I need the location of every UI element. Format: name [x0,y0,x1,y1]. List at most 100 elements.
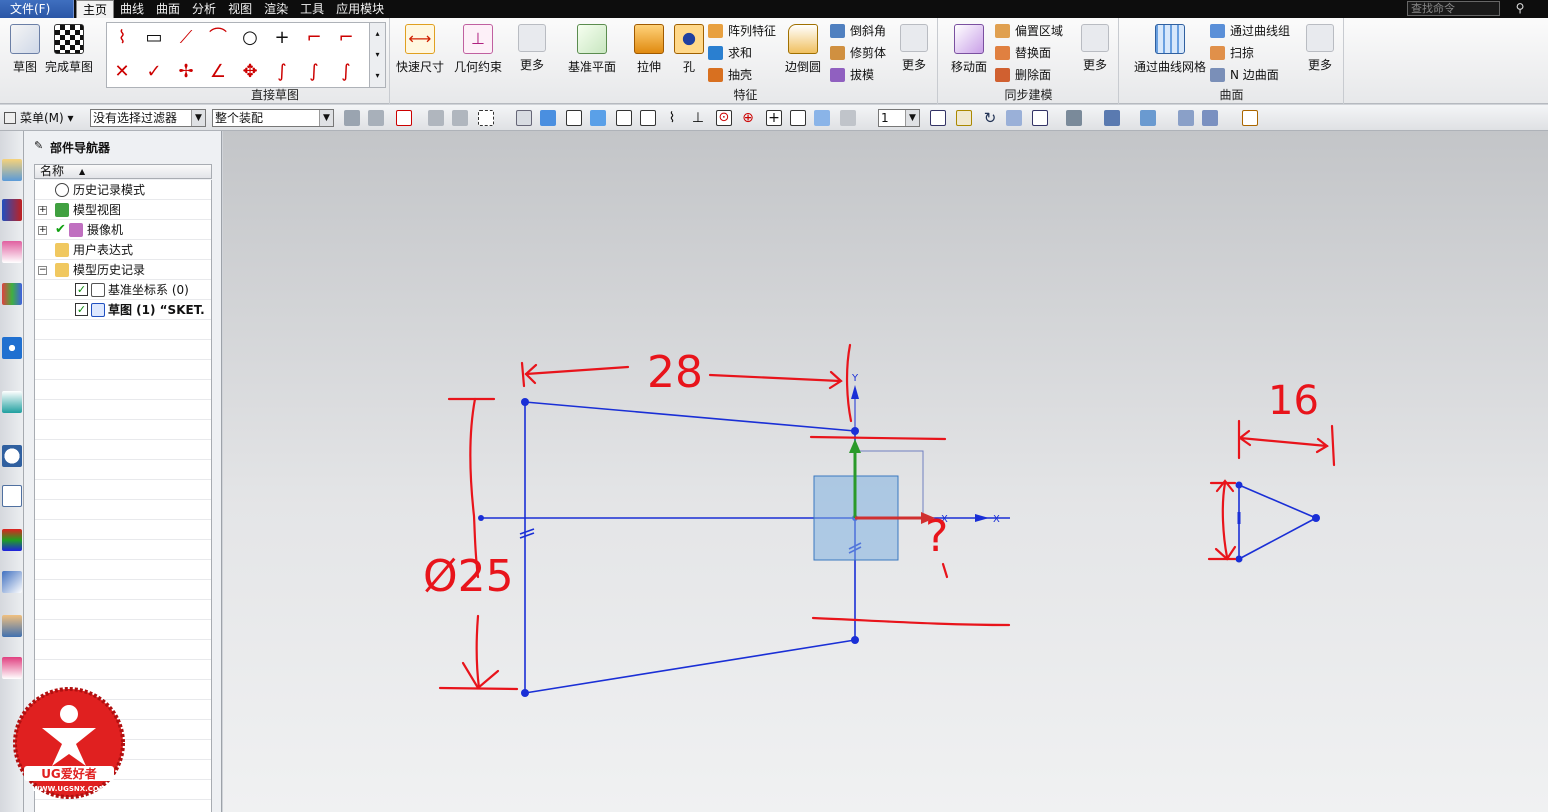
select-icon[interactable] [452,110,468,126]
control-point-icon[interactable]: ⌇ [664,110,680,126]
sketch-point[interactable] [1312,514,1320,522]
tab-analysis[interactable]: 分析 [186,0,222,18]
section-view-icon[interactable] [1178,110,1194,126]
tab-applications[interactable]: 应用模块 [330,0,390,18]
role-icon[interactable] [2,615,22,637]
sketch-point[interactable] [1235,555,1243,563]
make-corner-icon[interactable]: ✢ [171,57,201,87]
layer-select[interactable]: 1 ▼ [878,109,920,127]
pan-icon[interactable] [1006,110,1022,126]
replace-face-button[interactable]: 替换面 [993,43,1051,63]
quick-dimension-button[interactable]: ⟷ 快速尺寸 [394,22,446,86]
view-orientation-icon[interactable] [1032,110,1048,126]
bottom-taper-line[interactable] [524,639,856,694]
search-icon[interactable]: ⚲ [1508,1,1532,16]
bounded-grid-icon[interactable] [840,110,856,126]
line-icon[interactable]: ⟋ [171,23,201,53]
offset-move-curve-icon[interactable]: ∫ [267,57,297,87]
datum-plane-button[interactable]: 基准平面 [564,22,620,86]
shell-button[interactable]: 抽壳 [706,65,752,85]
feature-more-button[interactable]: 更多 [894,22,934,86]
tab-view[interactable]: 视图 [222,0,258,18]
selection-scope-select[interactable]: 整个装配 ▼ [212,109,334,127]
sketch-point[interactable] [851,636,859,644]
resize-curve-icon[interactable]: ∫ [299,57,329,87]
zoom-icon[interactable] [956,110,972,126]
select-icon[interactable] [428,110,444,126]
constraint-navigator-icon[interactable] [2,199,22,221]
graphics-window[interactable]: Y X X 28 16 Ø25 ? [223,131,1548,812]
pin-icon[interactable]: ✎ [34,139,43,152]
tab-tools[interactable]: 工具 [294,0,330,18]
sketch-button[interactable]: 草图 [0,22,50,86]
fit-view-icon[interactable] [930,110,946,126]
draft-button[interactable]: 拔模 [828,65,874,85]
point-on-curve-icon[interactable] [790,110,806,126]
trim-body-button[interactable]: 修剪体 [828,43,886,63]
part-navigator-icon[interactable] [2,241,22,263]
cube-icon[interactable] [516,110,532,126]
chamfer-button[interactable]: 倒斜角 [828,21,886,41]
expand-icon[interactable]: + [38,206,47,215]
arc-icon[interactable]: ⌒ [203,23,233,53]
move-curve-icon[interactable]: ✥ [235,57,265,87]
point-icon[interactable]: + [267,23,297,53]
cube-icon[interactable] [1104,110,1120,126]
collapse-icon[interactable]: − [38,266,47,275]
process-studio-icon[interactable] [2,485,22,507]
tab-curve[interactable]: 曲线 [114,0,150,18]
cone-bottom-edge[interactable] [1238,517,1317,560]
cube-icon[interactable] [540,110,556,126]
tab-render[interactable]: 渲染 [258,0,294,18]
measure-icon[interactable] [1242,110,1258,126]
cone-top-edge[interactable] [1238,484,1317,519]
sketch-point[interactable] [478,515,484,521]
sketch-more-button[interactable]: 更多 [512,22,552,86]
arc-center-icon[interactable]: ⊙ [716,110,732,126]
datum-csys[interactable]: Y X X [813,373,1000,561]
fillet-icon[interactable]: ⌐ [299,23,329,53]
palette-scroll[interactable]: ▴ ▾ ▾ [369,23,385,87]
filter-icon[interactable] [344,110,360,126]
visibility-checkbox[interactable]: ✓ [75,303,88,316]
edge-blend-button[interactable]: 边倒圆 [780,22,826,86]
clip-icon[interactable] [1202,110,1218,126]
snap-point-icon[interactable] [396,110,412,126]
n-sided-surface-button[interactable]: N 边曲面 [1208,65,1279,85]
visualization-icon[interactable] [2,529,22,551]
existing-point-icon[interactable]: + [766,110,782,126]
geometric-constraints-button[interactable]: ⊥ 几何约束 [452,22,504,86]
finish-sketch-button[interactable]: 完成草图 [44,22,94,86]
analysis-icon[interactable] [2,571,22,593]
snap-icon[interactable] [566,110,582,126]
name-column-header[interactable]: 名称 ▲ [34,164,212,179]
chamfer-icon[interactable]: ⌐ [331,23,361,53]
sketch-point[interactable] [521,689,529,697]
intersection-icon[interactable]: ⊥ [690,110,706,126]
tab-surface[interactable]: 曲面 [150,0,186,18]
offset-region-button[interactable]: 偏置区域 [993,21,1063,41]
sync-more-button[interactable]: 更多 [1075,22,1115,86]
move-face-button[interactable]: 移动面 [945,22,993,86]
surface-more-button[interactable]: 更多 [1300,22,1340,86]
tab-home[interactable]: 主页 [76,0,115,18]
delete-curve-icon[interactable]: ∫ [331,57,361,87]
quick-trim-icon[interactable]: ✕ [107,57,137,87]
sketch-point[interactable] [1235,481,1243,489]
endpoint-icon[interactable] [616,110,632,126]
history-icon[interactable] [2,391,22,413]
web-browser-icon[interactable] [2,337,22,359]
through-curves-button[interactable]: 通过曲线组 [1208,21,1290,41]
delete-face-button[interactable]: 删除面 [993,65,1051,85]
circle-icon[interactable]: ○ [235,23,265,53]
pattern-feature-button[interactable]: 阵列特征 [706,21,776,41]
midpoint-icon[interactable] [640,110,656,126]
command-search-input[interactable]: 查找命令 [1407,1,1500,16]
reuse-library-icon[interactable] [2,283,22,305]
expand-icon[interactable]: + [38,226,47,235]
unite-button[interactable]: 求和 [706,43,752,63]
clock-icon[interactable] [2,445,22,467]
selection-box-icon[interactable] [478,110,494,126]
quick-extend-icon[interactable]: ✓ [139,57,169,87]
filter-icon[interactable] [368,110,384,126]
